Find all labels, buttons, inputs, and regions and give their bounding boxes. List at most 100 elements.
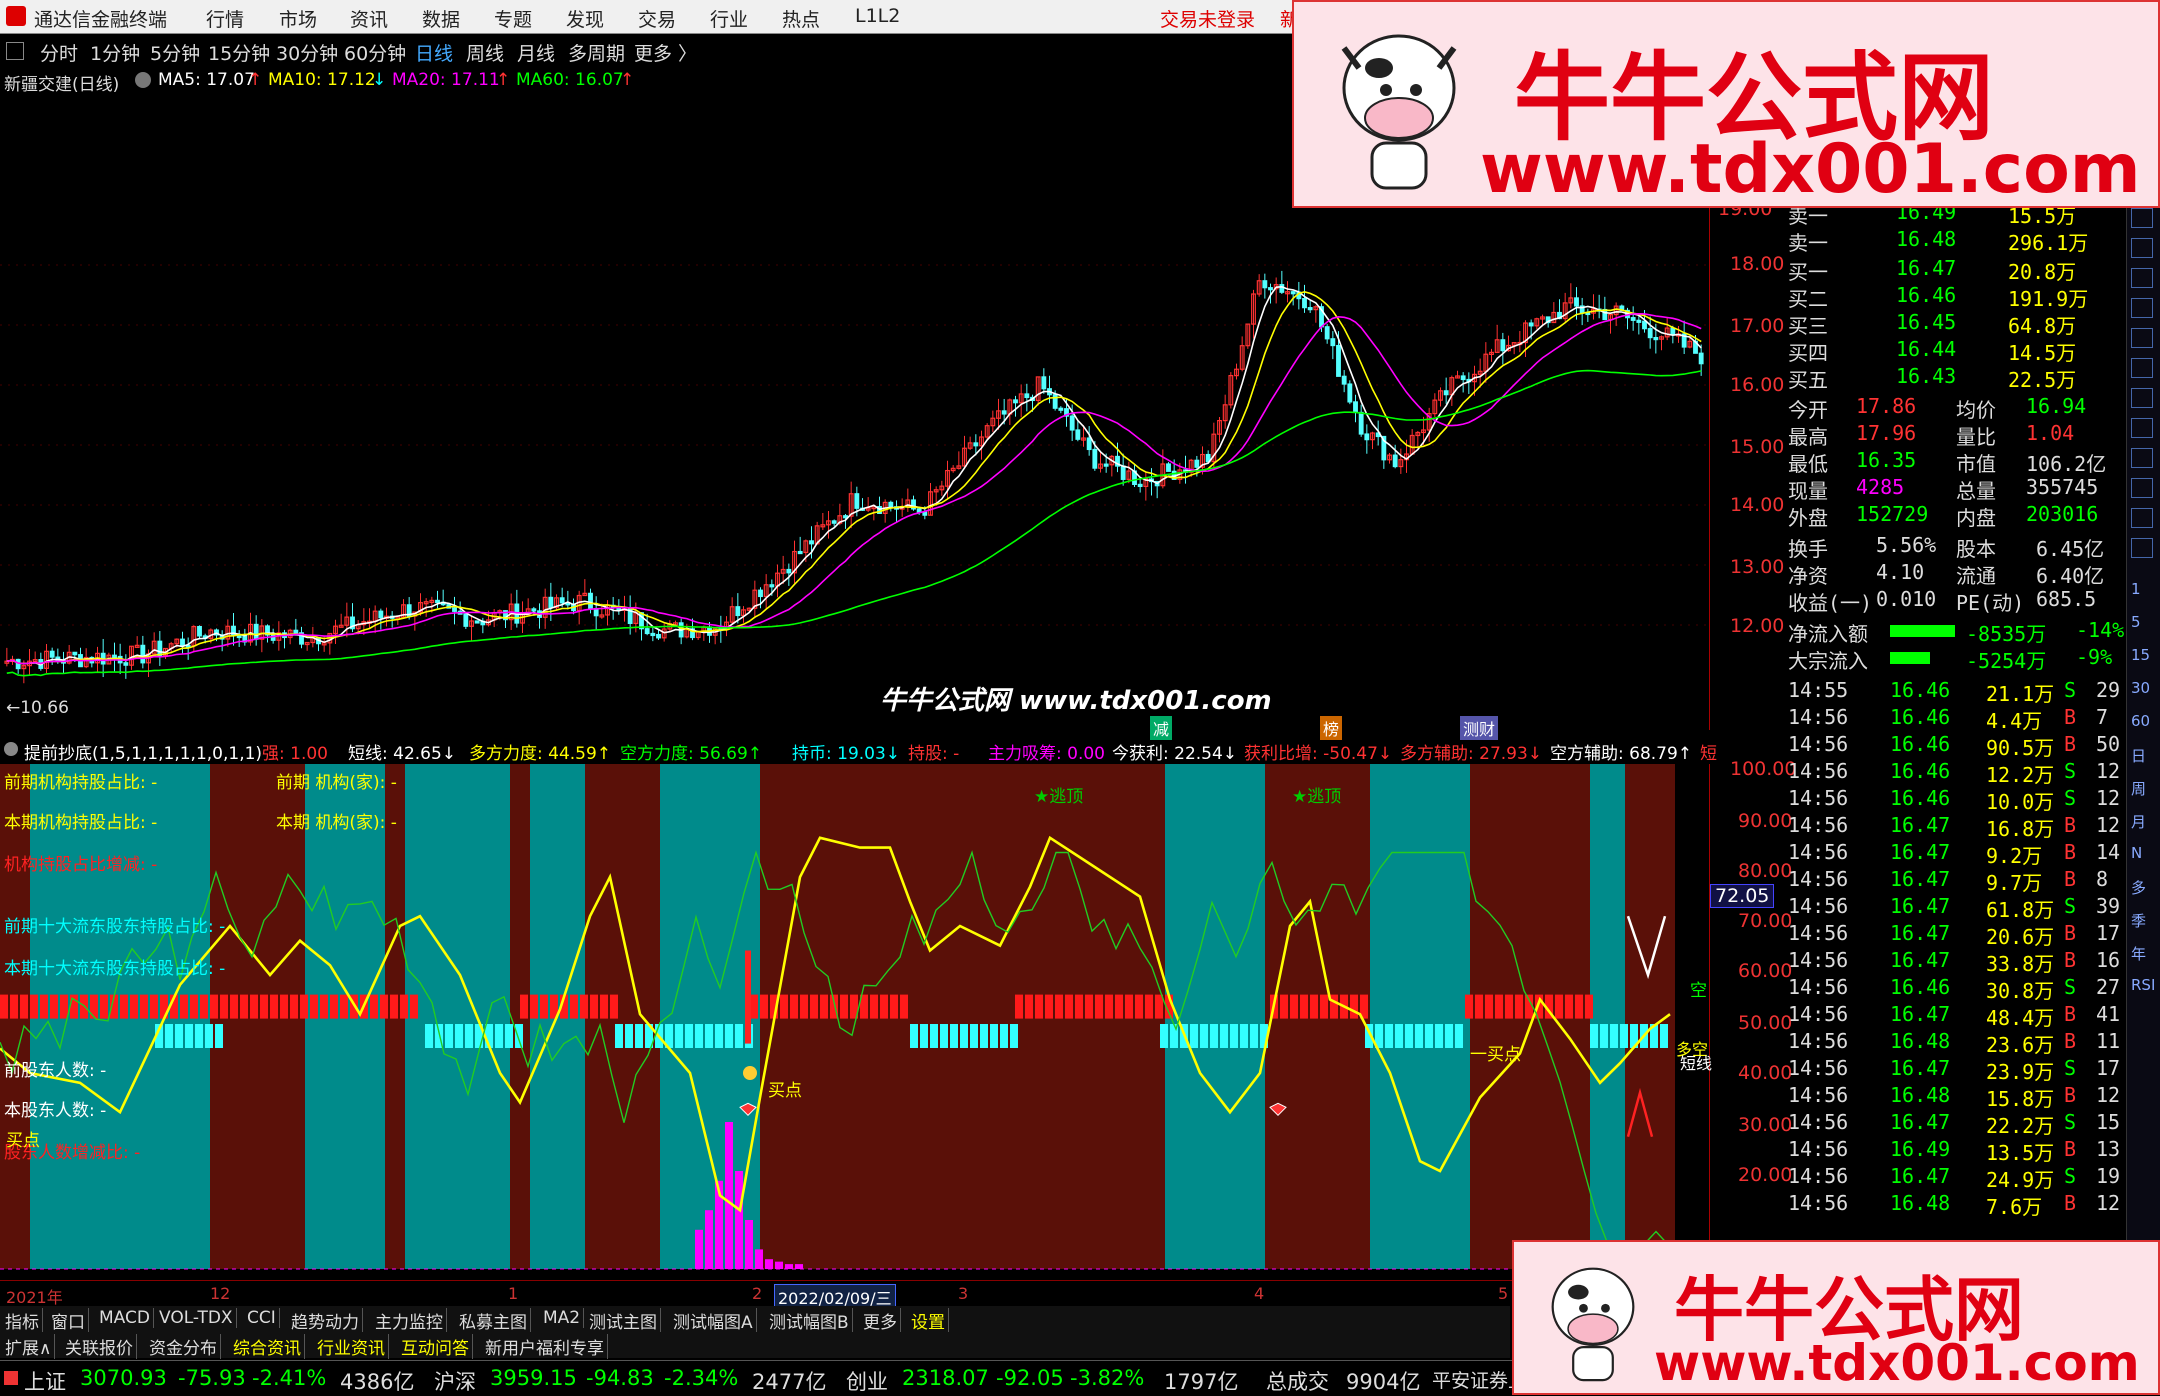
- sh-name[interactable]: 上证: [24, 1366, 66, 1396]
- flow-row[interactable]: 净流入额 -8535万 -14%: [1786, 618, 2126, 646]
- tool-quarter[interactable]: 季: [2131, 910, 2146, 931]
- stat-row[interactable]: 外盘 152729 内盘 203016: [1786, 502, 2126, 530]
- tick-row[interactable]: 14:56 16.47 9.2万 B 14: [1786, 840, 2126, 868]
- menu-item-discover[interactable]: 发现: [566, 5, 604, 32]
- tick-row[interactable]: 14:55 16.46 21.1万 S 29: [1786, 678, 2126, 706]
- tool-month[interactable]: 月: [2131, 811, 2146, 832]
- menu-item-industry[interactable]: 行业: [710, 5, 748, 32]
- tab-main-monitor[interactable]: 主力监控: [372, 1308, 447, 1333]
- tab-indicator[interactable]: 指标: [2, 1308, 43, 1333]
- menu-item-trade[interactable]: 交易: [638, 5, 676, 32]
- fund-row[interactable]: 收益(一) 0.010 PE(动) 685.5: [1786, 587, 2126, 615]
- tool-icon[interactable]: [2131, 508, 2153, 528]
- menu-item-l1l2[interactable]: L1L2: [855, 5, 900, 27]
- tab-test-main[interactable]: 测试主图: [586, 1308, 661, 1333]
- tool-icon[interactable]: [2131, 208, 2153, 228]
- menu-item-market[interactable]: 市场: [279, 5, 317, 32]
- tab-industry-news[interactable]: 行业资讯: [314, 1334, 389, 1359]
- period-daily[interactable]: 日线: [415, 39, 453, 66]
- period-30min[interactable]: 30分钟: [276, 39, 338, 66]
- tool-icon[interactable]: [2131, 328, 2153, 348]
- tab-macd[interactable]: MACD: [96, 1308, 154, 1328]
- tool-icon[interactable]: [2131, 388, 2153, 408]
- tab-window[interactable]: 窗口: [48, 1308, 89, 1333]
- flow-row[interactable]: 大宗流入 -5254万 -9%: [1786, 645, 2126, 673]
- stat-row[interactable]: 最高 17.96 量比 1.04: [1786, 421, 2126, 449]
- menu-item-hq[interactable]: 行情: [206, 5, 244, 32]
- tick-row[interactable]: 14:56 16.47 23.9万 S 17: [1786, 1056, 2126, 1084]
- menu-item-topic[interactable]: 专题: [494, 5, 532, 32]
- tick-row[interactable]: 14:56 16.49 13.5万 B 13: [1786, 1137, 2126, 1165]
- menu-item-hot[interactable]: 热点: [782, 5, 820, 32]
- tool-icon[interactable]: [2131, 448, 2153, 468]
- fund-row[interactable]: 净资 4.10 流通 6.40亿: [1786, 560, 2126, 588]
- tool-year[interactable]: 年: [2131, 943, 2146, 964]
- period-60min[interactable]: 60分钟: [344, 39, 406, 66]
- menu-item-news[interactable]: 资讯: [350, 5, 388, 32]
- period-15min[interactable]: 15分钟: [208, 39, 270, 66]
- period-fenshi[interactable]: 分时: [40, 39, 78, 66]
- tab-ma2[interactable]: MA2: [540, 1308, 585, 1328]
- tick-row[interactable]: 14:56 16.47 48.4万 B 41: [1786, 1002, 2126, 1030]
- tick-row[interactable]: 14:56 16.47 61.8万 S 39: [1786, 894, 2126, 922]
- tab-general-news[interactable]: 综合资讯: [230, 1334, 305, 1359]
- period-1min[interactable]: 1分钟: [90, 39, 140, 66]
- tool-30min[interactable]: 30: [2131, 679, 2150, 697]
- indicator-chart[interactable]: [0, 764, 1710, 1276]
- tab-fund-dist[interactable]: 资金分布: [146, 1334, 221, 1359]
- tab-expand[interactable]: 扩展∧: [2, 1334, 56, 1359]
- tab-trend[interactable]: 趋势动力: [288, 1308, 363, 1333]
- tool-day[interactable]: 日: [2131, 745, 2146, 766]
- indicator-name[interactable]: 提前抄底(1,5,1,1,1,1,1,0,1,1): [24, 739, 262, 764]
- tick-row[interactable]: 14:56 16.47 22.2万 S 15: [1786, 1110, 2126, 1138]
- bid-row[interactable]: 买三 16.45 64.8万: [1786, 310, 2126, 338]
- tool-week[interactable]: 周: [2131, 778, 2146, 799]
- tick-row[interactable]: 14:56 16.46 30.8万 S 27: [1786, 975, 2126, 1003]
- tab-settings[interactable]: 设置: [908, 1308, 949, 1333]
- sz-name[interactable]: 沪深: [434, 1366, 476, 1396]
- menu-item-data[interactable]: 数据: [422, 5, 460, 32]
- tool-icon[interactable]: [2131, 538, 2153, 558]
- cy-name[interactable]: 创业: [846, 1366, 888, 1396]
- tab-private[interactable]: 私募主图: [456, 1308, 531, 1333]
- tab-qa[interactable]: 互动问答: [398, 1334, 473, 1359]
- period-weekly[interactable]: 周线: [466, 39, 504, 66]
- settings-icon[interactable]: [135, 72, 151, 88]
- period-multi[interactable]: 多周期: [568, 39, 625, 66]
- tick-row[interactable]: 14:56 16.47 24.9万 S 19: [1786, 1164, 2126, 1192]
- bid-row[interactable]: 买五 16.43 22.5万: [1786, 364, 2126, 392]
- tab-more[interactable]: 更多: [860, 1308, 901, 1333]
- tab-new-user[interactable]: 新用户福利专享: [482, 1334, 608, 1359]
- tick-row[interactable]: 14:56 16.47 9.7万 B 8: [1786, 867, 2126, 895]
- tool-15min[interactable]: 15: [2131, 646, 2150, 664]
- tab-test-b[interactable]: 测试幅图B: [766, 1308, 853, 1333]
- tick-row[interactable]: 14:56 16.46 10.0万 S 12: [1786, 786, 2126, 814]
- tool-icon[interactable]: [2131, 298, 2153, 318]
- tick-row[interactable]: 14:56 16.47 20.6万 B 17: [1786, 921, 2126, 949]
- stat-row[interactable]: 最低 16.35 市值 106.2亿: [1786, 448, 2126, 476]
- tool-60min[interactable]: 60: [2131, 712, 2150, 730]
- tool-rsi[interactable]: RSI: [2131, 976, 2155, 994]
- tool-1min[interactable]: 1: [2131, 580, 2141, 598]
- tick-row[interactable]: 14:56 16.48 15.8万 B 12: [1786, 1083, 2126, 1111]
- tool-icon[interactable]: [2131, 418, 2153, 438]
- tool-icon[interactable]: [2131, 268, 2153, 288]
- ask-row[interactable]: 卖一 16.48 296.1万: [1786, 227, 2126, 255]
- tab-related-quotes[interactable]: 关联报价: [62, 1334, 137, 1359]
- tool-multi[interactable]: 多: [2131, 877, 2146, 898]
- tick-row[interactable]: 14:56 16.47 33.8万 B 16: [1786, 948, 2126, 976]
- tick-row[interactable]: 14:56 16.46 4.4万 B 7: [1786, 705, 2126, 733]
- bid-row[interactable]: 买二 16.46 191.9万: [1786, 283, 2126, 311]
- period-monthly[interactable]: 月线: [517, 39, 555, 66]
- tick-row[interactable]: 14:56 16.48 23.6万 B 11: [1786, 1029, 2126, 1057]
- login-status[interactable]: 交易未登录: [1160, 5, 1255, 32]
- bid-row[interactable]: 买四 16.44 14.5万: [1786, 337, 2126, 365]
- tick-row[interactable]: 14:56 16.46 90.5万 B 50: [1786, 732, 2126, 760]
- period-more[interactable]: 更多 〉: [634, 39, 697, 66]
- bid-row[interactable]: 买一 16.47 20.8万: [1786, 256, 2126, 284]
- tab-test-a[interactable]: 测试幅图A: [670, 1308, 757, 1333]
- collapse-icon[interactable]: [4, 742, 18, 756]
- tab-vol[interactable]: VOL-TDX: [156, 1308, 237, 1328]
- tool-icon[interactable]: [2131, 358, 2153, 378]
- stat-row[interactable]: 今开 17.86 均价 16.94: [1786, 394, 2126, 422]
